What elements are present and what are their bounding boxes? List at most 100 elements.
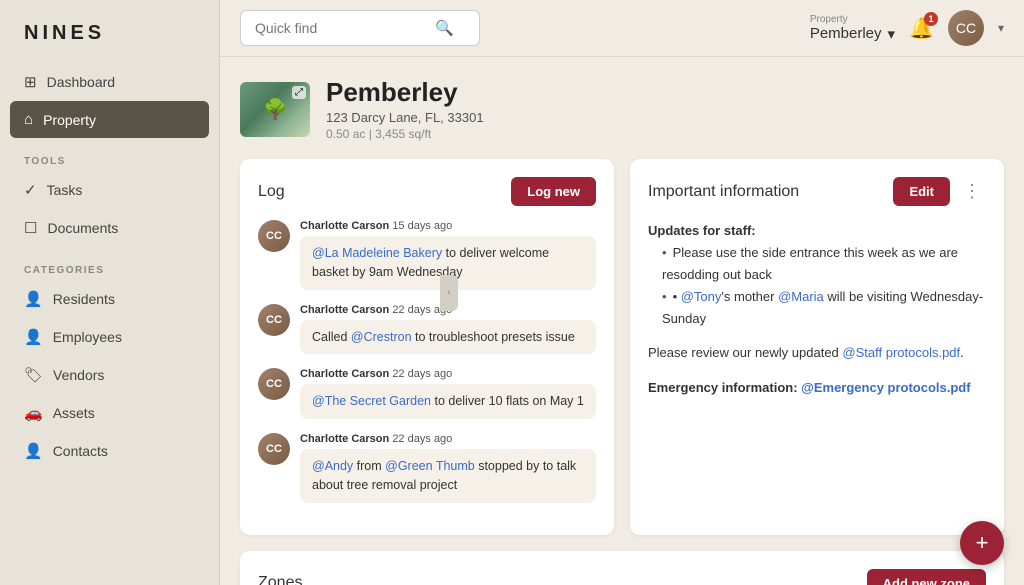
vendors-icon: 🏷 (24, 366, 43, 384)
log-text: @Andy from @Green Thumb stopped by to ta… (300, 449, 596, 503)
log-author: Charlotte Carson (300, 368, 389, 380)
nav-tasks[interactable]: ✓ Tasks (0, 171, 219, 209)
topbar: 🔍 Property Pemberley ▾ 🔔 1 CC ▾ (220, 0, 1024, 57)
selected-property-name: Pemberley (810, 25, 882, 42)
zones-header: Zones Add new zone (258, 569, 986, 585)
emergency-label: Emergency information: (648, 380, 798, 395)
avatar-chevron-icon: ▾ (998, 21, 1004, 35)
avatar[interactable]: CC (948, 10, 984, 46)
log-time: 15 days ago (392, 220, 452, 232)
edit-button[interactable]: Edit (893, 177, 950, 206)
log-card: Log Log new CC Charlotte Carson 15 days … (240, 159, 614, 535)
nav-tasks-label: Tasks (47, 182, 83, 198)
tools-section-label: TOOLS (0, 142, 219, 171)
nav-dashboard-label: Dashboard (47, 74, 116, 90)
property-details: 0.50 ac | 3,455 sq/ft (326, 127, 484, 141)
property-selector[interactable]: Property Pemberley ▾ (810, 14, 895, 43)
app-logo: NINES (0, 0, 219, 63)
property-select-value[interactable]: Pemberley ▾ (810, 25, 895, 43)
list-item: • @Tony's mother @Maria will be visiting… (662, 286, 986, 330)
log-meta: Charlotte Carson 15 days ago (300, 220, 596, 232)
zones-card: Zones Add new zone Name ▲ Size (sq/ft) ▲… (240, 551, 1004, 585)
log-author: Charlotte Carson (300, 304, 389, 316)
tony-link[interactable]: @Tony (681, 289, 722, 304)
log-text: Called @Crestron to troubleshoot presets… (300, 320, 596, 355)
add-zone-button[interactable]: Add new zone (867, 569, 986, 585)
log-link[interactable]: @La Madeleine Bakery (312, 246, 442, 260)
log-time: 22 days ago (392, 368, 452, 380)
log-meta: Charlotte Carson 22 days ago (300, 433, 596, 445)
sidebar-item-residents[interactable]: 👤 Residents (0, 280, 219, 318)
residents-icon: 👤 (24, 290, 43, 308)
log-entry-body: Charlotte Carson 22 days ago @The Secret… (300, 368, 596, 419)
log-entry: CC Charlotte Carson 22 days ago @The Sec… (258, 368, 596, 419)
vendors-label: Vendors (53, 367, 104, 383)
nav-property[interactable]: ⌂ Property (10, 101, 209, 138)
nav-property-label: Property (43, 112, 96, 128)
updates-section: Updates for staff: Please use the side e… (648, 220, 986, 330)
main-content: ‹ 🔍 Property Pemberley ▾ 🔔 1 CC ▾ (220, 0, 1024, 585)
avatar: CC (258, 368, 290, 400)
notification-badge: 1 (924, 12, 938, 26)
property-icon: ⌂ (24, 111, 33, 128)
important-info-header: Important information Edit ⋮ (648, 177, 986, 206)
log-time: 22 days ago (392, 433, 452, 445)
property-name: Pemberley (326, 77, 484, 108)
log-entry-body: Charlotte Carson 22 days ago Called @Cre… (300, 304, 596, 355)
main-panels: Log Log new CC Charlotte Carson 15 days … (240, 159, 1004, 535)
fab-add-button[interactable]: + (960, 521, 1004, 565)
avatar: CC (258, 433, 290, 465)
employees-label: Employees (53, 329, 122, 345)
assets-label: Assets (53, 405, 95, 421)
search-icon: 🔍 (435, 19, 454, 37)
maria-link[interactable]: @Maria (778, 289, 824, 304)
sidebar: NINES ⊞ Dashboard ⌂ Property TOOLS ✓ Tas… (0, 0, 220, 585)
log-entry: CC Charlotte Carson 15 days ago @La Made… (258, 220, 596, 290)
search-input[interactable] (255, 20, 425, 36)
nav-dashboard[interactable]: ⊞ Dashboard (0, 63, 219, 101)
property-info: Pemberley 123 Darcy Lane, FL, 33301 0.50… (326, 77, 484, 141)
sidebar-item-contacts[interactable]: 👤 Contacts (0, 432, 219, 470)
property-address: 123 Darcy Lane, FL, 33301 (326, 110, 484, 125)
log-entry: CC Charlotte Carson 22 days ago @Andy fr… (258, 433, 596, 503)
sidebar-item-employees[interactable]: 👤 Employees (0, 318, 219, 356)
log-link[interactable]: @The Secret Garden (312, 394, 431, 408)
sidebar-item-assets[interactable]: 🚗 Assets (0, 394, 219, 432)
notification-bell[interactable]: 🔔 1 (909, 16, 934, 41)
expand-icon[interactable]: ⤢ (292, 86, 306, 99)
property-header: 🌳 ⤢ Pemberley 123 Darcy Lane, FL, 33301 … (240, 77, 1004, 141)
search-box[interactable]: 🔍 (240, 10, 480, 46)
log-link[interactable]: @Andy (312, 459, 353, 473)
staff-protocols-link[interactable]: @Staff protocols.pdf (842, 345, 960, 360)
log-meta: Charlotte Carson 22 days ago (300, 368, 596, 380)
list-item: Please use the side entrance this week a… (662, 242, 986, 286)
dashboard-icon: ⊞ (24, 73, 37, 91)
log-new-button[interactable]: Log new (511, 177, 596, 206)
documents-icon: ☐ (24, 219, 37, 237)
log-card-header: Log Log new (258, 177, 596, 206)
chevron-down-icon: ▾ (888, 25, 896, 43)
log-link[interactable]: @Green Thumb (385, 459, 475, 473)
emergency-section: Emergency information: @Emergency protoc… (648, 377, 986, 399)
log-link[interactable]: @Crestron (351, 330, 412, 344)
assets-icon: 🚗 (24, 404, 43, 422)
sidebar-collapse-handle[interactable]: ‹ (440, 275, 458, 311)
important-info-body: Updates for staff: Please use the side e… (648, 220, 986, 399)
emergency-protocols-link[interactable]: @Emergency protocols.pdf (801, 380, 970, 395)
log-title: Log (258, 183, 285, 201)
more-options-button[interactable]: ⋮ (958, 178, 986, 206)
avatar-image: CC (948, 10, 984, 46)
topbar-right: Property Pemberley ▾ 🔔 1 CC ▾ (810, 10, 1004, 46)
log-entry-body: Charlotte Carson 22 days ago @Andy from … (300, 433, 596, 503)
updates-list: Please use the side entrance this week a… (648, 242, 986, 330)
contacts-icon: 👤 (24, 442, 43, 460)
categories-section-label: CATEGORIES (0, 251, 219, 280)
nav-documents[interactable]: ☐ Documents (0, 209, 219, 247)
property-selector-label: Property (810, 14, 848, 25)
page-content: 🌳 ⤢ Pemberley 123 Darcy Lane, FL, 33301 … (220, 57, 1024, 585)
avatar: CC (258, 220, 290, 252)
log-text: @The Secret Garden to deliver 10 flats o… (300, 384, 596, 419)
property-thumbnail: 🌳 ⤢ (240, 82, 310, 137)
sidebar-item-vendors[interactable]: 🏷 Vendors (0, 356, 219, 394)
tasks-icon: ✓ (24, 181, 37, 199)
